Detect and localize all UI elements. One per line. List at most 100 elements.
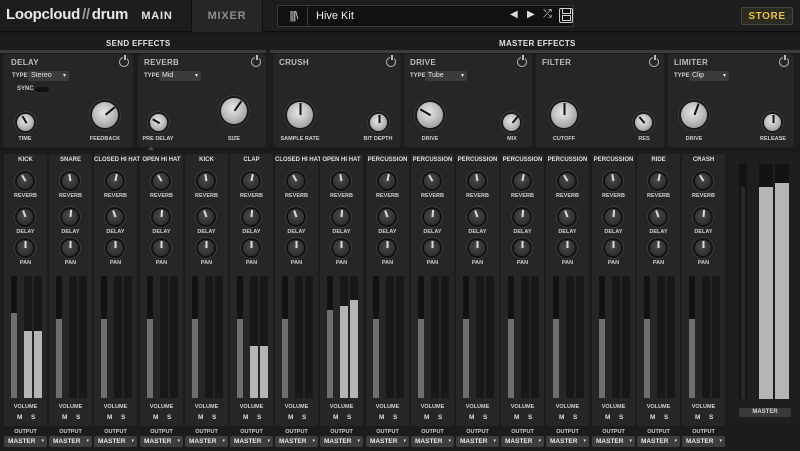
mute-button[interactable]: M [333,414,338,421]
volume-fader-handle[interactable] [553,319,559,398]
output-select[interactable]: MASTER ▾ [94,436,137,447]
volume-fader-handle[interactable] [599,319,605,398]
library-icon[interactable]: |||\ [280,7,308,25]
output-select[interactable]: MASTER ▾ [275,436,318,447]
volume-fader[interactable] [237,276,243,398]
mute-button[interactable]: M [198,414,203,421]
volume-fader[interactable] [599,276,605,398]
solo-button[interactable]: S [438,414,442,421]
delay-send-knob[interactable] [17,209,33,225]
mute-button[interactable]: M [514,414,519,421]
delay-send-knob[interactable] [379,209,395,225]
master-fader-track[interactable] [739,164,747,399]
solo-button[interactable]: S [76,414,80,421]
output-select[interactable]: MASTER ▾ [320,436,363,447]
pan-send-knob[interactable] [288,240,304,256]
solo-button[interactable]: S [528,414,532,421]
reverb-send-knob[interactable] [198,173,214,189]
mute-button[interactable]: M [650,414,655,421]
size-knob[interactable] [221,98,247,124]
solo-button[interactable]: S [257,414,261,421]
reverb-send-knob[interactable] [17,173,33,189]
pan-send-knob[interactable] [514,240,530,256]
limiter-type-select[interactable]: Clip ▾ [689,71,729,81]
delay-send-knob[interactable] [153,209,169,225]
output-select[interactable]: MASTER ▾ [456,436,499,447]
volume-fader[interactable] [56,276,62,398]
output-select[interactable]: MASTER ▾ [637,436,680,447]
pan-send-knob[interactable] [198,240,214,256]
mute-button[interactable]: M [469,414,474,421]
power-icon[interactable] [119,55,129,67]
tab-mixer[interactable]: MIXER [191,0,263,32]
output-select[interactable]: MASTER ▾ [140,436,183,447]
volume-fader-handle[interactable] [327,310,333,398]
master-button[interactable]: MASTER [739,408,791,417]
pan-send-knob[interactable] [650,240,666,256]
output-select[interactable]: MASTER ▾ [592,436,635,447]
sample-rate-knob[interactable] [287,102,313,128]
power-icon[interactable] [649,55,659,67]
power-icon[interactable] [251,55,261,67]
volume-fader-handle[interactable] [689,319,695,398]
volume-fader-handle[interactable] [237,319,243,398]
mute-button[interactable]: M [695,414,700,421]
reverb-send-knob[interactable] [469,173,485,189]
shuffle-icon[interactable]: ⤮ [543,8,552,21]
mute-button[interactable]: M [62,414,67,421]
pan-send-knob[interactable] [107,240,123,256]
reverb-send-knob[interactable] [107,173,123,189]
pan-send-knob[interactable] [605,240,621,256]
reverb-send-knob[interactable] [379,173,395,189]
reverb-send-knob[interactable] [514,173,530,189]
output-select[interactable]: MASTER ▾ [185,436,228,447]
preset-name[interactable]: Hive Kit [316,10,354,22]
volume-fader[interactable] [192,276,198,398]
volume-fader[interactable] [418,276,424,398]
output-select[interactable]: MASTER ▾ [411,436,454,447]
delay-send-knob[interactable] [559,209,575,225]
volume-fader-handle[interactable] [373,319,379,398]
output-select[interactable]: MASTER ▾ [49,436,92,447]
limiter-drive-knob[interactable] [681,102,707,128]
reverb-send-knob[interactable] [153,173,169,189]
solo-button[interactable]: S [393,414,397,421]
volume-fader-handle[interactable] [463,319,469,398]
bit-depth-knob[interactable] [370,114,387,131]
drive-type-select[interactable]: Tube ▾ [425,71,467,81]
mute-button[interactable]: M [17,414,22,421]
volume-fader-handle[interactable] [147,319,153,398]
delay-send-knob[interactable] [514,209,530,225]
power-icon[interactable] [386,55,396,67]
reverb-send-knob[interactable] [424,173,440,189]
pan-send-knob[interactable] [379,240,395,256]
solo-button[interactable]: S [347,414,351,421]
delay-send-knob[interactable] [469,209,485,225]
volume-fader[interactable] [327,276,333,398]
reverb-send-knob[interactable] [288,173,304,189]
reverb-send-knob[interactable] [559,173,575,189]
delay-send-knob[interactable] [695,209,711,225]
delay-send-knob[interactable] [605,209,621,225]
volume-fader[interactable] [644,276,650,398]
save-icon[interactable] [559,8,573,23]
volume-fader[interactable] [101,276,107,398]
output-select[interactable]: MASTER ▾ [682,436,725,447]
delay-send-knob[interactable] [424,209,440,225]
solo-button[interactable]: S [212,414,216,421]
reverb-send-knob[interactable] [605,173,621,189]
volume-fader[interactable] [689,276,695,398]
delay-send-knob[interactable] [333,209,349,225]
mute-button[interactable]: M [107,414,112,421]
solo-button[interactable]: S [31,414,35,421]
volume-fader[interactable] [147,276,153,398]
mute-button[interactable]: M [559,414,564,421]
tab-main[interactable]: MAIN [123,0,191,32]
power-icon[interactable] [779,55,789,67]
reverb-send-knob[interactable] [650,173,666,189]
pre-delay-knob[interactable] [150,114,167,131]
output-select[interactable]: MASTER ▾ [501,436,544,447]
solo-button[interactable]: S [664,414,668,421]
delay-send-knob[interactable] [650,209,666,225]
delay-type-select[interactable]: Stereo ▾ [28,71,69,81]
